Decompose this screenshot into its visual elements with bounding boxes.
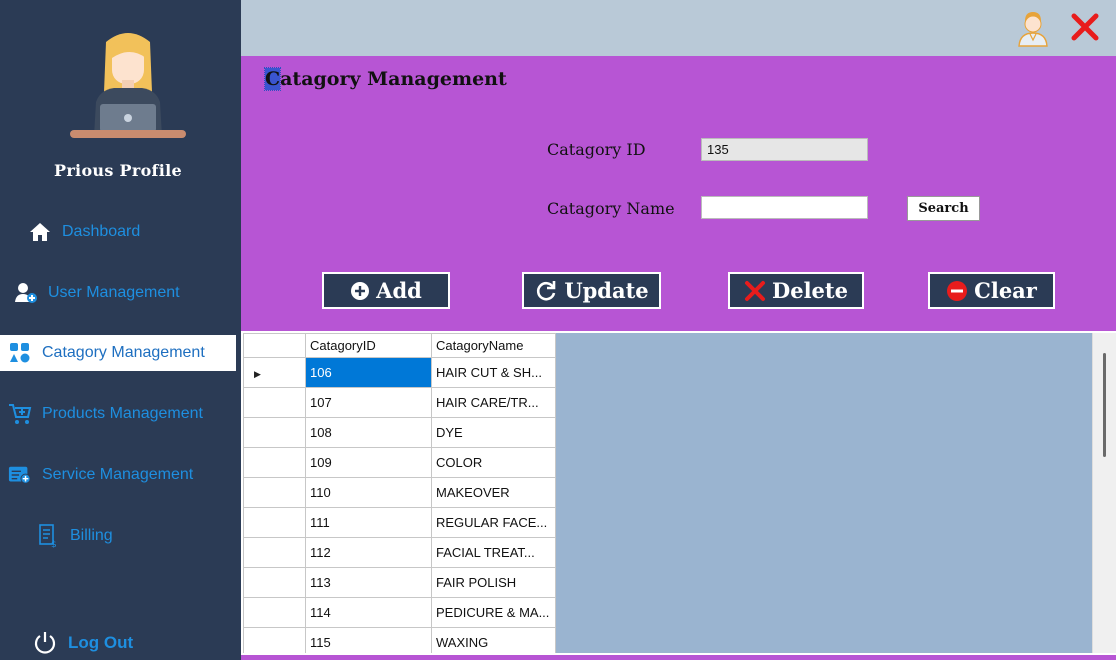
table-header-row: CatagoryID CatagoryName: [243, 333, 556, 358]
home-icon: [28, 220, 52, 244]
bill-icon: $: [36, 524, 60, 548]
table-row[interactable]: 111 REGULAR FACE...: [243, 507, 556, 538]
cart-icon: [8, 402, 32, 426]
row-selector[interactable]: ▶: [243, 357, 306, 388]
table-row[interactable]: 113 FAIR POLISH: [243, 567, 556, 598]
row-selector[interactable]: [243, 507, 306, 538]
cell-catagoryname[interactable]: DYE: [431, 417, 556, 448]
catagory-name-label: Catagory Name: [547, 199, 675, 218]
row-selector[interactable]: [243, 627, 306, 653]
x-icon: [744, 280, 766, 302]
clear-button[interactable]: Clear: [928, 272, 1055, 309]
cell-catagoryid[interactable]: 114: [305, 597, 432, 628]
cell-catagoryid[interactable]: 115: [305, 627, 432, 653]
logout-label: Log Out: [68, 633, 134, 652]
main-panel: Catagory Management Catagory ID Catagory…: [241, 56, 1116, 660]
row-selector[interactable]: [243, 477, 306, 508]
profile-name: Prious Profile: [54, 161, 182, 180]
cell-catagoryname[interactable]: WAXING: [431, 627, 556, 653]
cell-catagoryid[interactable]: 110: [305, 477, 432, 508]
current-row-arrow-icon: ▶: [254, 369, 261, 379]
row-selector[interactable]: [243, 387, 306, 418]
vertical-scrollbar[interactable]: [1092, 333, 1116, 653]
row-selector[interactable]: [243, 567, 306, 598]
sidebar-item-label: Catagory Management: [42, 344, 205, 361]
sidebar-item-label: Dashboard: [62, 223, 141, 240]
service-icon: [8, 463, 32, 487]
close-icon[interactable]: [1069, 11, 1101, 43]
cell-catagoryid[interactable]: 113: [305, 567, 432, 598]
cell-catagoryid[interactable]: 108: [305, 417, 432, 448]
catagory-table: CatagoryID CatagoryName ▶ 106 HAIR CUT &…: [243, 333, 556, 653]
page-title-rest: atagory Management: [280, 68, 507, 90]
cell-catagoryname[interactable]: FACIAL TREAT...: [431, 537, 556, 568]
add-label: Add: [376, 278, 422, 303]
page-title: Catagory Management: [263, 67, 507, 91]
table-row[interactable]: 112 FACIAL TREAT...: [243, 537, 556, 568]
delete-button[interactable]: Delete: [728, 272, 864, 309]
user-add-icon: [14, 281, 38, 305]
row-selector[interactable]: [243, 417, 306, 448]
sidebar-item-service-management[interactable]: Service Management: [0, 457, 236, 493]
sidebar-item-billing[interactable]: $ Billing: [0, 518, 236, 554]
table-row[interactable]: 110 MAKEOVER: [243, 477, 556, 508]
sidebar-item-label: User Management: [48, 284, 180, 301]
row-header-corner: [243, 333, 306, 358]
table-row[interactable]: 108 DYE: [243, 417, 556, 448]
delete-label: Delete: [772, 278, 848, 303]
sidebar-item-label: Billing: [70, 527, 113, 544]
sidebar: Prious Profile Dashboard User Management…: [0, 0, 241, 660]
sidebar-item-label: Products Management: [42, 405, 203, 422]
column-header-catagoryname[interactable]: CatagoryName: [431, 333, 556, 358]
power-icon: [32, 630, 58, 656]
catagory-name-field[interactable]: [701, 196, 868, 219]
table-row[interactable]: ▶ 106 HAIR CUT & SH...: [243, 357, 556, 388]
plus-circle-icon: [350, 281, 370, 301]
user-icon[interactable]: [1016, 9, 1050, 47]
refresh-icon: [534, 279, 558, 303]
page-title-first-letter: C: [263, 67, 282, 91]
clear-label: Clear: [974, 278, 1037, 303]
cell-catagoryname[interactable]: HAIR CUT & SH...: [431, 357, 556, 388]
category-icon: [8, 341, 32, 365]
cell-catagoryid[interactable]: 106: [305, 357, 432, 388]
top-bar: [241, 0, 1116, 56]
add-button[interactable]: Add: [322, 272, 450, 309]
update-button[interactable]: Update: [522, 272, 661, 309]
minus-circle-icon: [946, 280, 968, 302]
row-selector[interactable]: [243, 537, 306, 568]
catagory-grid[interactable]: CatagoryID CatagoryName ▶ 106 HAIR CUT &…: [241, 331, 1116, 655]
update-label: Update: [564, 278, 649, 303]
sidebar-item-label: Service Management: [42, 466, 194, 483]
cell-catagoryname[interactable]: FAIR POLISH: [431, 567, 556, 598]
row-selector[interactable]: [243, 447, 306, 478]
cell-catagoryname[interactable]: HAIR CARE/TR...: [431, 387, 556, 418]
svg-text:$: $: [51, 540, 57, 548]
table-row[interactable]: 114 PEDICURE & MA...: [243, 597, 556, 628]
cell-catagoryid[interactable]: 109: [305, 447, 432, 478]
catagory-id-field[interactable]: [701, 138, 868, 161]
table-row[interactable]: 107 HAIR CARE/TR...: [243, 387, 556, 418]
table-row[interactable]: 115 WAXING: [243, 627, 556, 653]
catagory-id-label: Catagory ID: [547, 140, 646, 159]
table-row[interactable]: 109 COLOR: [243, 447, 556, 478]
profile-avatar-icon: [70, 33, 186, 138]
cell-catagoryid[interactable]: 112: [305, 537, 432, 568]
scrollbar-thumb[interactable]: [1103, 353, 1106, 457]
row-selector[interactable]: [243, 597, 306, 628]
search-button[interactable]: Search: [907, 196, 980, 221]
cell-catagoryid[interactable]: 111: [305, 507, 432, 538]
cell-catagoryname[interactable]: MAKEOVER: [431, 477, 556, 508]
sidebar-item-dashboard[interactable]: Dashboard: [0, 214, 236, 250]
cell-catagoryid[interactable]: 107: [305, 387, 432, 418]
sidebar-item-products-management[interactable]: Products Management: [0, 396, 236, 432]
sidebar-item-user-management[interactable]: User Management: [0, 275, 236, 311]
logout-button[interactable]: Log Out: [32, 626, 133, 660]
sidebar-item-catagory-management[interactable]: Catagory Management: [0, 335, 236, 371]
cell-catagoryname[interactable]: PEDICURE & MA...: [431, 597, 556, 628]
column-header-catagoryid[interactable]: CatagoryID: [305, 333, 432, 358]
cell-catagoryname[interactable]: REGULAR FACE...: [431, 507, 556, 538]
cell-catagoryname[interactable]: COLOR: [431, 447, 556, 478]
bottom-strip: [241, 655, 1116, 660]
